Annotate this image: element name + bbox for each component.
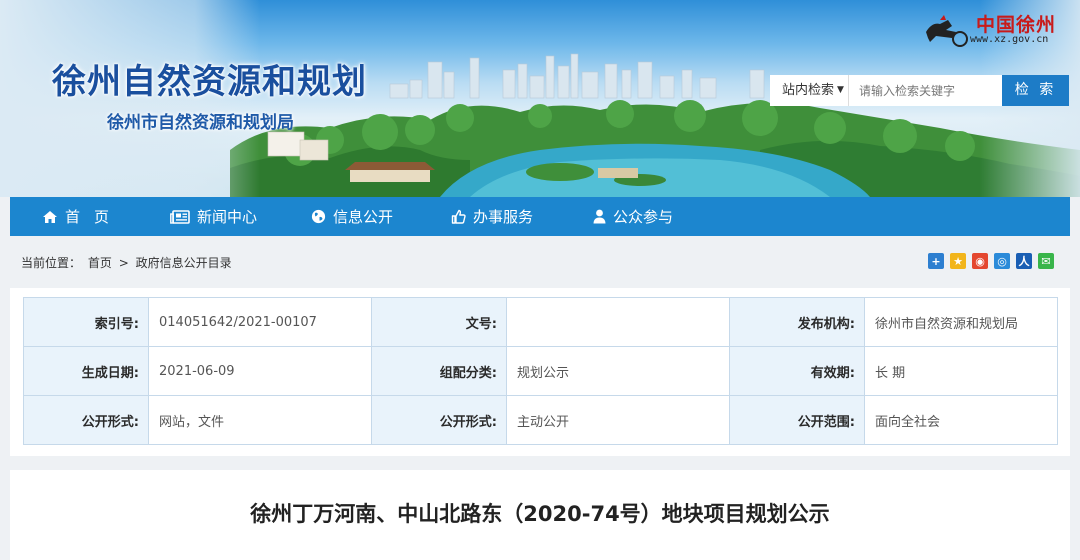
breadcrumb-separator: > [118,255,129,270]
logo-text: 中国徐州 [976,14,1057,36]
nav-item-info-disclosure[interactable]: 信息公开 [311,197,451,236]
meta-value [506,297,730,347]
nav-item-news[interactable]: 新闻中心 [170,197,311,236]
meta-value: 2021-06-09 [148,346,372,396]
meta-label: 公开形式: [23,395,149,445]
breadcrumb: 当前位置： 首页 > 政府信息公开目录 [21,254,235,271]
breadcrumb-link-home[interactable]: 首页 [88,256,112,270]
thumbs-up-icon [451,209,466,224]
meta-label: 公开范围: [729,395,865,445]
nav-item-services[interactable]: 办事服务 [451,197,593,236]
document-metadata-card: 索引号: 014051642/2021-00107 文号: 发布机构: 徐州市自… [10,288,1070,456]
share-toolbar: + ★ ◉ ◎ 人 ✉ [922,253,1054,269]
nav-label: 办事服务 [473,208,534,226]
meta-value: 014051642/2021-00107 [148,297,372,347]
article-container: 徐州丁万河南、中山北路东（2020-74号）地块项目规划公示 [10,470,1070,560]
xuzhou-city-logo[interactable]: 中国徐州 www.xz.gov.cn [920,10,1070,50]
meta-label: 索引号: [23,297,149,347]
nav-item-home[interactable]: 首页 [42,197,170,236]
meta-value: 长 期 [864,346,1058,396]
meta-label: 公开形式: [371,395,507,445]
search-scope-label: 站内检索 [782,83,835,98]
table-row: 生成日期: 2021-06-09 组配分类: 规划公示 有效期: 长 期 [23,346,1058,396]
meta-value: 面向全社会 [864,395,1058,445]
nav-item-public-participation[interactable]: 公众参与 [593,197,733,236]
breadcrumb-prefix: 当前位置： [21,255,82,270]
meta-value: 徐州市自然资源和规划局 [864,297,1058,347]
logo-url: www.xz.gov.cn [970,34,1049,45]
article-title: 徐州丁万河南、中山北路东（2020-74号）地块项目规划公示 [250,502,830,526]
site-search: 站内检索▼ 检 索 [770,75,1069,106]
search-scope-dropdown[interactable]: 站内检索 ▼ [770,75,849,106]
nav-label: 新闻中心 [197,208,258,226]
caret-down-icon: ▼ [837,85,844,95]
meta-label: 生成日期: [23,346,149,396]
meta-value: 主动公开 [506,395,730,445]
meta-value: 规划公示 [506,346,730,396]
table-row: 公开形式: 网站，文件 公开形式: 主动公开 公开范围: 面向全社会 [23,395,1058,445]
home-icon [43,210,57,223]
document-metadata-table: 索引号: 014051642/2021-00107 文号: 发布机构: 徐州市自… [23,297,1058,445]
site-subtitle: 徐州市自然资源和规划局 [107,113,294,133]
wechat-share-icon[interactable]: ✉ [1038,253,1054,269]
main-nav: 首页 新闻中心 信息公开 办事服务 公众参与 [10,197,1070,236]
horse-chariot-icon [926,15,968,47]
meta-value: 网站，文件 [148,395,372,445]
tencent-weibo-share-icon[interactable]: ◎ [994,253,1010,269]
meta-label: 组配分类: [371,346,507,396]
meta-label: 文号: [371,297,507,347]
breadcrumb-bar: 当前位置： 首页 > 政府信息公开目录 + ★ ◉ ◎ 人 ✉ [10,236,1070,288]
plus-share-icon[interactable]: + [928,253,944,269]
nav-label: 公众参与 [613,208,674,226]
table-row: 索引号: 014051642/2021-00107 文号: 发布机构: 徐州市自… [23,297,1058,347]
breadcrumb-link-catalog[interactable]: 政府信息公开目录 [136,256,232,270]
nav-label: 信息公开 [333,208,394,226]
meta-label: 发布机构: [729,297,865,347]
search-button[interactable]: 检 索 [1002,75,1069,106]
renren-share-icon[interactable]: 人 [1016,253,1032,269]
header-banner: 徐州自然资源和规划 徐州市自然资源和规划局 中国徐州 www.xz.gov.cn… [0,0,1080,197]
weibo-share-icon[interactable]: ◉ [972,253,988,269]
nav-label: 首页 [65,208,124,226]
meta-label: 有效期: [729,346,865,396]
qzone-share-icon[interactable]: ★ [950,253,966,269]
user-icon [593,209,606,224]
newspaper-icon [170,209,190,224]
globe-icon [311,209,326,224]
site-title[interactable]: 徐州自然资源和规划 [52,54,367,103]
search-input[interactable] [849,75,1002,106]
